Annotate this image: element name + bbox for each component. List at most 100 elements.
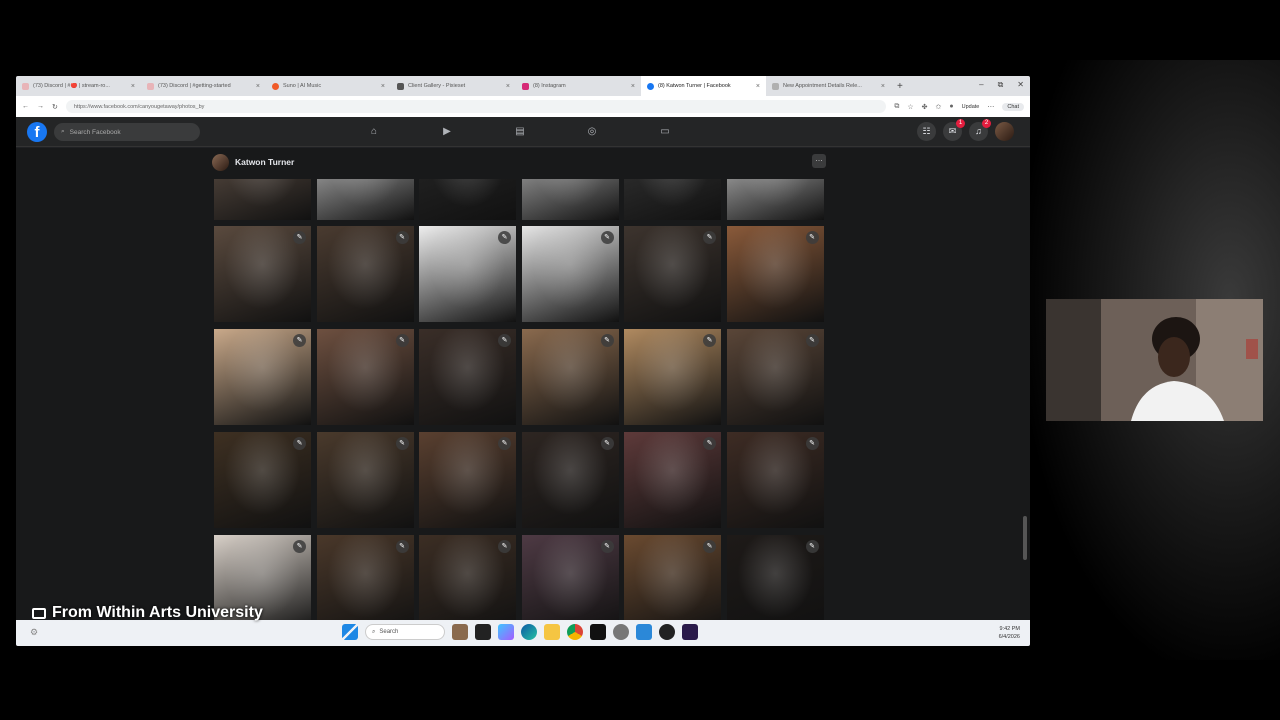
photo-thumbnail[interactable]: ✎ [316,432,414,528]
profile-name[interactable]: Katwon Turner [235,157,294,167]
forward-icon[interactable]: → [37,103,44,110]
edit-photo-icon[interactable]: ✎ [293,540,306,553]
edit-photo-icon[interactable]: ✎ [703,437,716,450]
photo-app-icon[interactable] [452,624,468,640]
edit-photo-icon[interactable]: ✎ [805,437,819,450]
facebook-logo[interactable]: f [27,122,47,142]
edit-photo-icon[interactable]: ✎ [395,437,409,450]
marketplace-icon[interactable]: ▤ [514,126,526,138]
photo-thumbnail[interactable]: ✎ [726,329,824,425]
tab-facebook[interactable]: (8) Katwon Turner | Facebook × [641,76,766,96]
edit-photo-icon[interactable]: ✎ [703,334,716,347]
puzzle-icon[interactable]: ✤ [922,103,928,111]
photo-thumbnail[interactable]: ✎ [419,329,516,425]
taskbar-clock[interactable]: 9:42 PM 6/4/2026 [999,625,1020,641]
scrollbar[interactable] [1023,516,1027,560]
bookmark-star-icon[interactable]: ☆ [907,103,913,111]
chrome-icon[interactable] [567,624,583,640]
task-view-icon[interactable] [475,624,491,640]
photo-thumbnail[interactable]: ✎ [316,535,414,620]
notifications-button[interactable]: ♫ 2 [969,119,991,141]
photo-thumbnail[interactable]: ✎ [214,226,311,322]
capcut-icon[interactable] [590,624,606,640]
tab-instagram[interactable]: (8) Instagram × [516,76,641,96]
tab-discord-2[interactable]: (73) Discord | #getting-started × [141,76,266,96]
new-tab-button[interactable]: + [897,81,903,92]
tab-pixieset[interactable]: Client Gallery - Pixieset × [391,76,516,96]
profile-avatar[interactable] [995,122,1014,141]
copilot-icon[interactable] [498,624,514,640]
messenger-button[interactable]: ✉ 1 [943,119,965,141]
edit-photo-icon[interactable]: ✎ [498,540,511,553]
close-tab-icon[interactable]: × [631,83,635,90]
edit-photo-icon[interactable]: ✎ [805,334,819,347]
photo-thumbnail[interactable]: ✎ [726,226,824,322]
extension-icon[interactable]: ⧉ [894,103,899,111]
photo-thumbnail[interactable]: ✎ [316,226,414,322]
photo-thumbnail[interactable] [316,179,414,220]
settings-icon[interactable] [613,624,629,640]
edit-photo-icon[interactable]: ✎ [703,231,716,244]
photo-thumbnail[interactable]: ✎ [521,432,619,528]
video-icon[interactable]: ▶ [441,126,453,138]
more-options-button[interactable]: … [812,154,826,168]
edit-photo-icon[interactable]: ✎ [805,231,819,244]
photo-thumbnail[interactable]: ✎ [316,329,414,425]
more-menu-icon[interactable]: ⋯ [987,103,994,111]
photo-thumbnail[interactable] [419,179,516,220]
taskbar-search[interactable]: ⌕ Search [365,624,445,640]
edit-photo-icon[interactable]: ✎ [805,540,819,553]
photo-thumbnail[interactable]: ✎ [726,432,824,528]
photo-thumbnail[interactable]: ✎ [214,329,311,425]
favorites-icon[interactable]: ✩ [936,103,942,111]
tab-appointment[interactable]: New Appointment Details Rele... × [766,76,891,96]
edit-photo-icon[interactable]: ✎ [395,334,409,347]
back-icon[interactable]: ← [22,103,29,110]
url-field[interactable]: https://www.facebook.com/canyougetaway/p… [65,100,887,113]
facebook-search-input[interactable]: ⌕ Search Facebook [54,123,200,141]
photo-thumbnail[interactable]: ✎ [419,432,516,528]
photo-thumbnail[interactable]: ✎ [624,535,721,620]
store-icon[interactable] [636,624,652,640]
groups-icon[interactable]: ◎ [586,126,598,138]
menu-grid-icon[interactable]: ☷ [917,122,936,141]
file-explorer-icon[interactable] [544,624,560,640]
photo-thumbnail[interactable] [726,179,824,220]
edit-photo-icon[interactable]: ✎ [498,437,511,450]
widgets-icon[interactable]: ⚙ [30,627,38,638]
media-player-icon[interactable] [659,624,675,640]
avatar[interactable] [212,153,229,171]
tab-suno[interactable]: Suno | AI Music × [266,76,391,96]
reload-icon[interactable]: ↻ [52,103,58,111]
edit-photo-icon[interactable]: ✎ [395,231,409,244]
edit-photo-icon[interactable]: ✎ [395,540,409,553]
close-window-button[interactable]: ✕ [1017,80,1024,90]
minimize-button[interactable]: – [979,80,983,90]
edit-photo-icon[interactable]: ✎ [600,437,614,450]
chat-button[interactable]: Chat [1002,102,1024,111]
close-tab-icon[interactable]: × [756,83,760,90]
edit-photo-icon[interactable]: ✎ [600,540,614,553]
edit-photo-icon[interactable]: ✎ [703,540,716,553]
photo-thumbnail[interactable]: ✎ [624,226,721,322]
home-icon[interactable]: ⌂ [368,126,380,138]
edit-photo-icon[interactable]: ✎ [293,437,306,450]
edit-photo-icon[interactable]: ✎ [498,231,511,244]
maximize-button[interactable]: ⧉ [998,80,1004,90]
start-icon[interactable] [342,624,358,640]
photo-thumbnail[interactable]: ✎ [521,226,619,322]
edit-photo-icon[interactable]: ✎ [293,334,306,347]
close-tab-icon[interactable]: × [881,83,885,90]
edge-icon[interactable] [521,624,537,640]
edit-photo-icon[interactable]: ✎ [498,334,511,347]
gaming-icon[interactable]: ▭ [659,126,671,138]
close-tab-icon[interactable]: × [506,83,510,90]
close-tab-icon[interactable]: × [381,83,385,90]
photo-thumbnail[interactable]: ✎ [419,226,516,322]
edit-photo-icon[interactable]: ✎ [293,231,306,244]
edit-photo-icon[interactable]: ✎ [600,334,614,347]
photo-thumbnail[interactable]: ✎ [624,329,721,425]
close-tab-icon[interactable]: × [131,83,135,90]
photo-thumbnail[interactable]: ✎ [726,535,824,620]
photo-thumbnail[interactable]: ✎ [624,432,721,528]
